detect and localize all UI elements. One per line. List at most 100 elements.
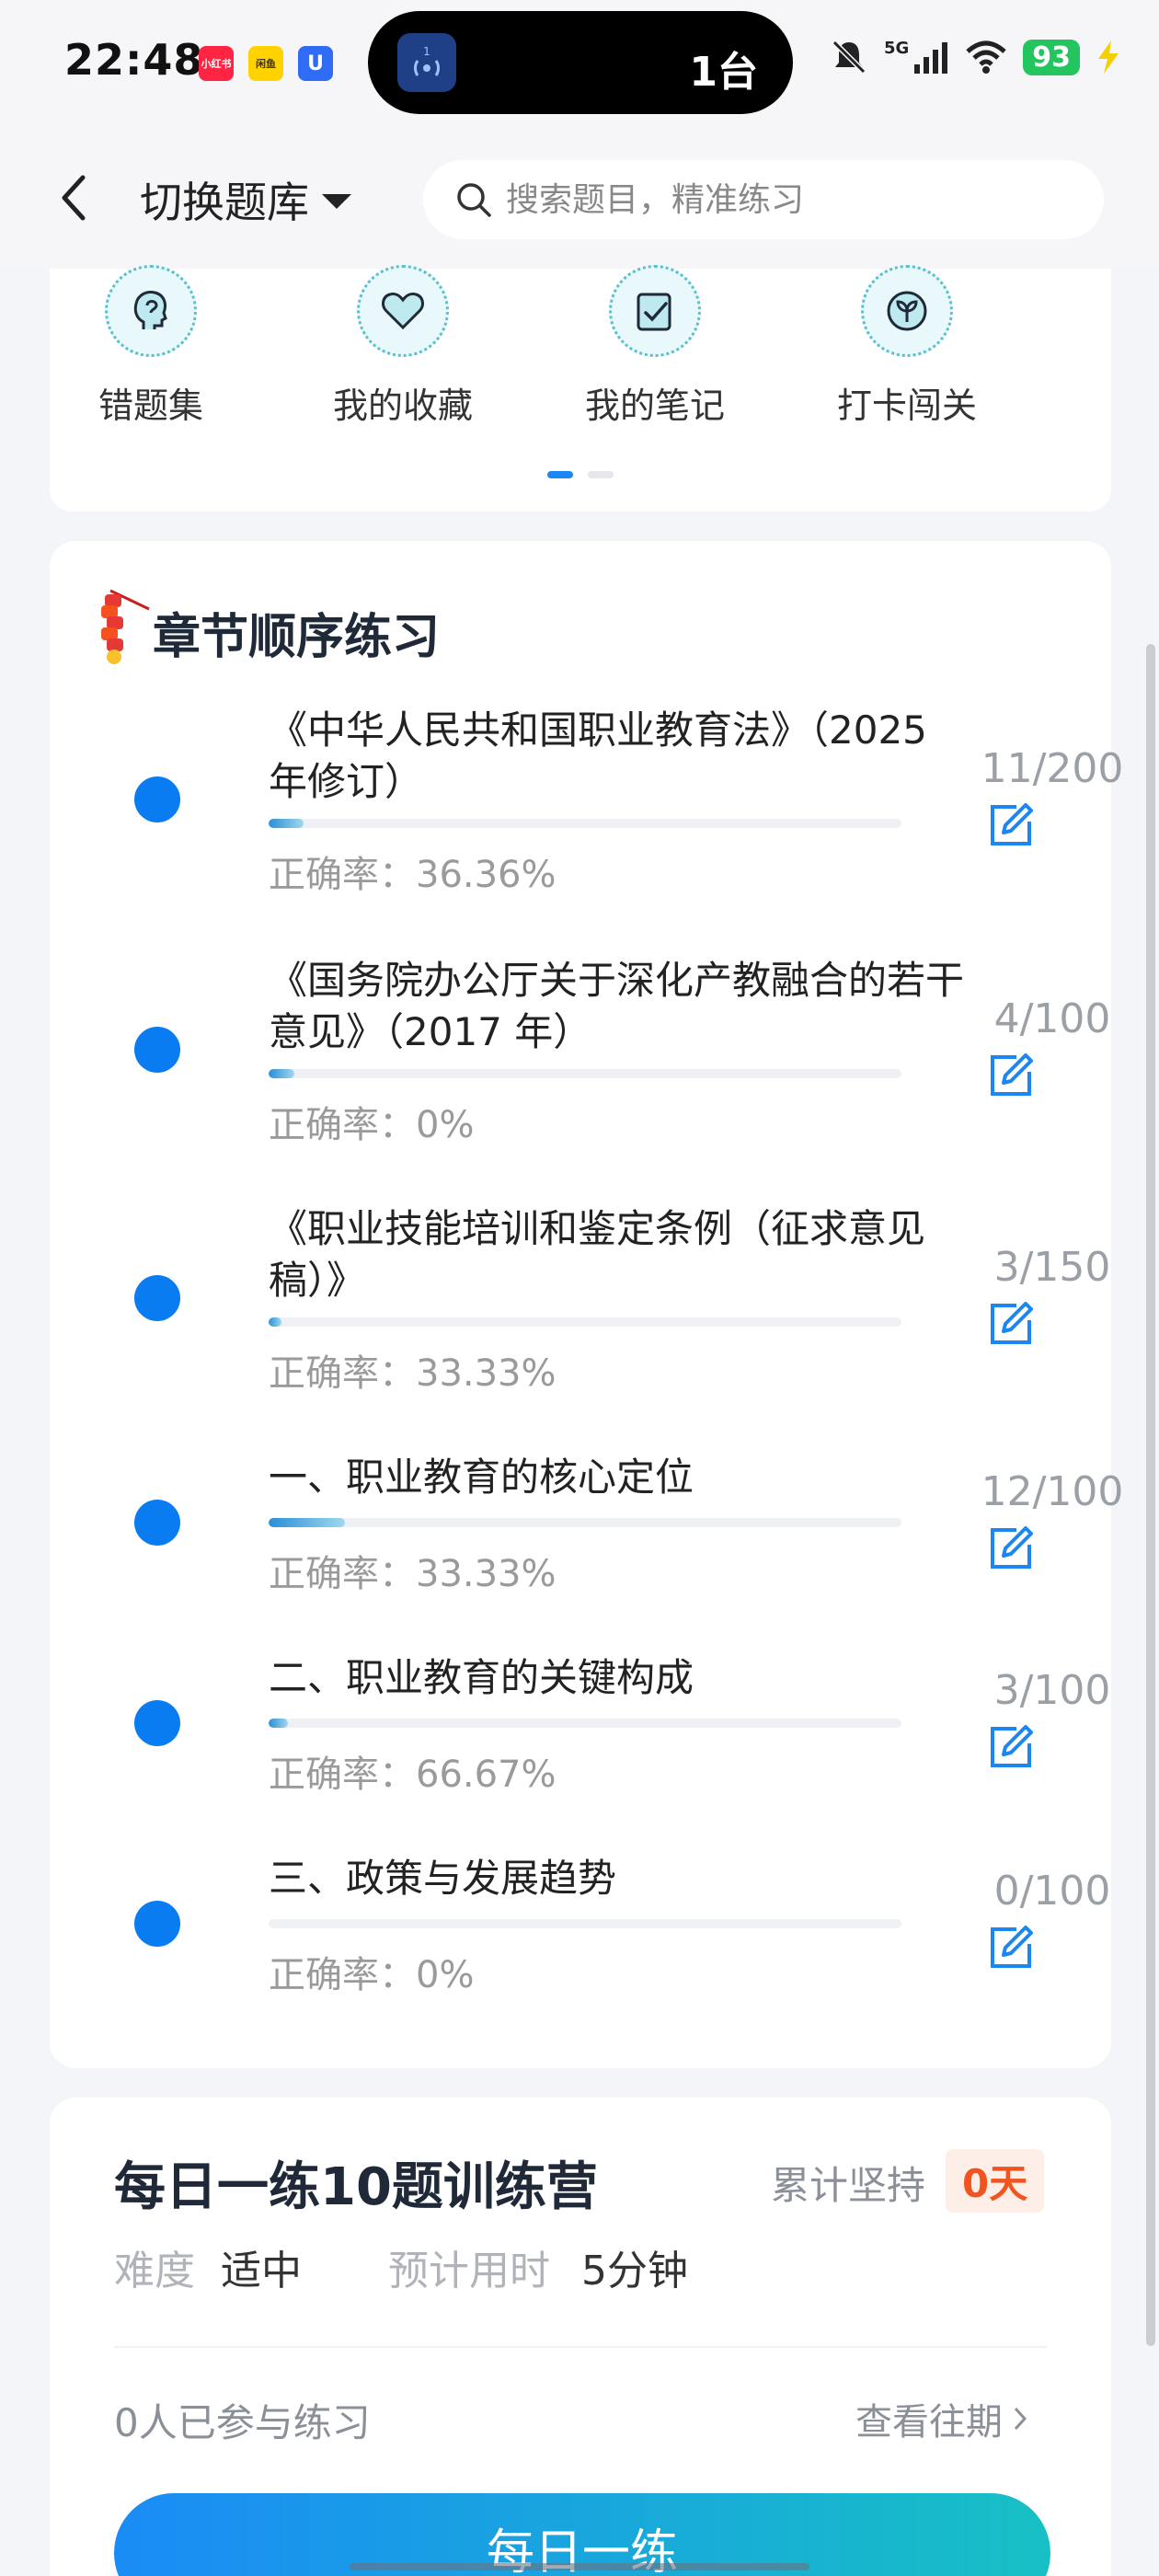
xiaohongshu-icon: 小红书 [199, 46, 234, 81]
chapter-accuracy: 正确率：33.33% [269, 1352, 557, 1395]
time-key: 预计用时 [388, 2248, 550, 2294]
search-input[interactable] [506, 180, 1058, 219]
quick-item-wrong-questions[interactable]: 错题集 [50, 265, 252, 428]
edit-icon[interactable] [979, 793, 1043, 857]
edit-icon[interactable] [979, 1516, 1043, 1581]
chapter-progress-fill [269, 1069, 294, 1078]
search-icon [457, 183, 491, 217]
view-history-link[interactable]: 查看往期 [855, 2392, 1028, 2445]
participants-count: 0人已参与练习 [114, 2400, 371, 2445]
firecracker-icon [101, 589, 150, 664]
chevron-right-icon [1014, 2407, 1027, 2431]
nfc-icon: 1 [397, 33, 456, 92]
chapter-count: 4/100 [993, 995, 1111, 1042]
island-text: 1台 [689, 49, 758, 96]
quick-label: 我的笔记 [584, 385, 725, 426]
quick-label: 打卡闯关 [836, 385, 977, 426]
chapter-title: 一、职业教育的核心定位 [269, 1455, 694, 1500]
chapter-accuracy: 正确率：66.67% [269, 1754, 557, 1796]
caret-down-icon [322, 194, 351, 209]
page-indicator [50, 471, 1111, 478]
switch-bank-dropdown[interactable]: 切换题库 [140, 169, 351, 230]
search-bar[interactable] [423, 160, 1104, 239]
back-button[interactable] [48, 166, 99, 230]
chapter-dot [134, 776, 180, 822]
chapter-progress-bar [269, 1919, 901, 1928]
edit-icon[interactable] [979, 1292, 1043, 1356]
chapter-dot [134, 1901, 180, 1947]
edit-icon[interactable] [979, 1915, 1043, 1980]
note-check-icon [609, 265, 701, 357]
svg-text:1: 1 [423, 45, 430, 58]
battery-indicator: 93 [1023, 39, 1080, 75]
edit-icon[interactable] [979, 1043, 1043, 1108]
chapter-progress-fill [269, 1719, 288, 1728]
chapter-title: 《国务院办公厅关于深化产教融合的若干意见》（2017 年） [269, 958, 965, 1054]
chapter-accuracy: 正确率：0% [269, 1954, 475, 1996]
chapter-progress-bar [269, 1069, 901, 1078]
quick-tools-card: 错题集 我的收藏 我的笔记 打卡闯关 [50, 265, 1111, 512]
chapter-progress-bar [269, 819, 901, 828]
chapter-progress-fill [269, 1518, 345, 1527]
chapter-progress-fill [269, 1317, 281, 1327]
chapter-progress-bar [269, 1518, 901, 1527]
daily-practice-card: 每日一练10题训练营 累计坚持 0天 难度 适中 预计用时 5分钟 0人已参与练… [50, 2098, 1111, 2576]
chapter-progress-bar [269, 1317, 901, 1327]
chapter-count: 3/150 [993, 1244, 1111, 1291]
chapter-title: 二、职业教育的关键构成 [269, 1655, 694, 1700]
dynamic-island[interactable]: 1 1台 [368, 11, 793, 114]
chapter-accuracy: 正确率：0% [269, 1104, 475, 1146]
quick-label: 我的收藏 [332, 385, 473, 426]
chapter-count: 3/100 [993, 1667, 1111, 1714]
difficulty-key: 难度 [114, 2248, 195, 2294]
chapter-count: 11/200 [981, 745, 1124, 792]
chevron-left-icon [62, 175, 86, 221]
network-label: 5G [883, 38, 910, 58]
scrollbar[interactable] [1146, 644, 1155, 2346]
chapter-title: 三、政策与发展趋势 [269, 1856, 617, 1901]
xianyu-icon: 闲鱼 [248, 46, 283, 81]
history-link-label: 查看往期 [855, 2401, 1003, 2444]
home-indicator[interactable] [350, 2563, 809, 2570]
mute-bell-icon [832, 40, 866, 75]
page-dot[interactable] [588, 471, 614, 478]
sprout-icon [861, 265, 953, 357]
edit-icon[interactable] [979, 1715, 1043, 1779]
head-icon [105, 265, 197, 357]
chapter-section-title: 章节顺序练习 [153, 610, 441, 665]
heart-icon [357, 265, 449, 357]
chapter-title: 《职业技能培训和鉴定条例（征求意见稿）》 [269, 1206, 926, 1303]
chapter-progress-fill [269, 819, 304, 828]
status-time: 22:48 [64, 35, 204, 85]
switch-bank-label: 切换题库 [140, 178, 309, 227]
signal-icon [914, 42, 948, 74]
u-app-icon: U [298, 46, 333, 81]
time-value: 5分钟 [581, 2248, 688, 2294]
top-nav-bar: 切换题库 [0, 129, 1159, 269]
chapter-dot [134, 1027, 180, 1073]
streak-badge: 0天 [946, 2149, 1045, 2213]
chapter-dot [134, 1700, 180, 1746]
quick-item-favorites[interactable]: 我的收藏 [302, 265, 504, 428]
page-dot-active[interactable] [547, 471, 573, 478]
status-bar: 22:48 小红书 闲鱼 U 1 1台 5G 93 [0, 0, 1159, 129]
daily-title: 每日一练10题训练营 [114, 2157, 598, 2217]
chapter-practice-card: 章节顺序练习 《中华人民共和国职业教育法》（2025 年修订） 正确率：36.3… [50, 541, 1123, 2068]
charging-bolt-icon [1098, 40, 1119, 74]
quick-item-notes[interactable]: 我的笔记 [554, 265, 756, 428]
chapter-progress-bar [269, 1719, 901, 1728]
difficulty-value: 适中 [221, 2248, 302, 2294]
chapter-dot [134, 1500, 180, 1546]
streak-label: 累计坚持 [771, 2163, 926, 2208]
status-indicators: 5G 93 [829, 37, 1122, 77]
quick-item-checkin[interactable]: 打卡闯关 [806, 265, 1008, 428]
chapter-dot [134, 1275, 180, 1321]
quick-label: 错题集 [98, 385, 203, 426]
chapter-title: 《中华人民共和国职业教育法》（2025 年修订） [269, 707, 927, 804]
divider [114, 2346, 1047, 2348]
chapter-count: 0/100 [993, 1868, 1111, 1915]
chapter-count: 12/100 [981, 1468, 1124, 1515]
chapter-accuracy: 正确率：33.33% [269, 1553, 557, 1595]
wifi-icon [966, 40, 1006, 74]
chapter-accuracy: 正确率：36.36% [269, 854, 557, 896]
